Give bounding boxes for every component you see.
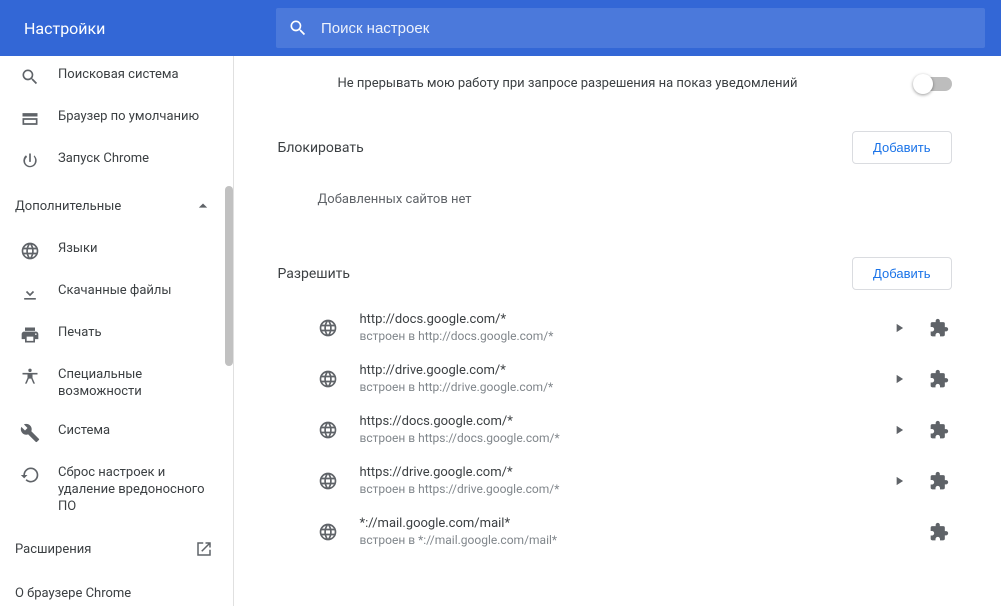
- extension-icon[interactable]: [924, 420, 954, 440]
- sidebar: Поисковая система Браузер по умолчанию З…: [0, 56, 234, 606]
- sidebar-item-accessibility[interactable]: Специальные возможности: [0, 356, 233, 412]
- globe-icon: [20, 241, 40, 261]
- sidebar-item-print[interactable]: Печать: [0, 314, 233, 356]
- sidebar-section-label: Дополнительные: [15, 199, 121, 214]
- site-url: https://drive.google.com/*: [360, 465, 884, 480]
- extension-icon[interactable]: [924, 318, 954, 338]
- sidebar-item-default-browser[interactable]: Браузер по умолчанию: [0, 98, 233, 140]
- sidebar-item-label: Расширения: [15, 542, 91, 557]
- sidebar-item-label: Скачанные файлы: [58, 283, 192, 300]
- page-title: Настройки: [0, 19, 276, 38]
- extension-icon[interactable]: [924, 471, 954, 491]
- block-empty-message: Добавленных сайтов нет: [278, 176, 958, 237]
- search-input[interactable]: [321, 20, 985, 37]
- site-url: *://mail.google.com/mail*: [360, 516, 884, 531]
- globe-icon: [318, 471, 338, 491]
- print-icon: [20, 325, 40, 345]
- sidebar-item-label: Сброс настроек и удаление вредоносного П…: [58, 465, 233, 516]
- allow-add-button[interactable]: Добавить: [852, 257, 951, 290]
- scrollbar-thumb[interactable]: [225, 186, 233, 366]
- globe-icon: [318, 369, 338, 389]
- allow-title: Разрешить: [278, 266, 351, 282]
- site-embed: встроен в http://docs.google.com/*: [360, 329, 884, 343]
- header: Настройки: [0, 0, 1001, 56]
- sidebar-item-label: Поисковая система: [58, 67, 199, 84]
- site-embed: встроен в https://drive.google.com/*: [360, 482, 884, 496]
- site-row: https://drive.google.com/* встроен в http…: [278, 455, 958, 506]
- globe-icon: [318, 522, 338, 542]
- search-icon: [20, 67, 40, 87]
- sidebar-item-downloads[interactable]: Скачанные файлы: [0, 272, 233, 314]
- toggle-label: Не прерывать мою работу при запросе разр…: [338, 76, 916, 91]
- extension-icon[interactable]: [924, 522, 954, 542]
- globe-icon: [318, 420, 338, 440]
- sidebar-item-label: Браузер по умолчанию: [58, 109, 219, 126]
- main-content: Не прерывать мою работу при запросе разр…: [234, 56, 1001, 606]
- allow-section-header: Разрешить Добавить: [278, 237, 958, 302]
- sidebar-item-extensions[interactable]: Расширения: [0, 526, 233, 572]
- site-url: http://docs.google.com/*: [360, 312, 884, 327]
- browser-icon: [20, 109, 40, 129]
- site-info: http://docs.google.com/* встроен в http:/…: [360, 312, 884, 343]
- wrench-icon: [20, 423, 40, 443]
- sidebar-item-label: Языки: [58, 241, 118, 258]
- sidebar-item-label: Запуск Chrome: [58, 151, 169, 168]
- sidebar-item-label: О браузере Chrome: [15, 586, 131, 601]
- quiet-notifications-toggle[interactable]: [916, 77, 952, 91]
- sidebar-item-reset[interactable]: Сброс настроек и удаление вредоносного П…: [0, 454, 233, 527]
- chevron-up-icon: [193, 196, 213, 216]
- quiet-notifications-row: Не прерывать мою работу при запросе разр…: [278, 56, 958, 111]
- search-field[interactable]: [276, 8, 985, 48]
- block-section-header: Блокировать Добавить: [278, 111, 958, 176]
- site-row: http://drive.google.com/* встроен в http:…: [278, 353, 958, 404]
- site-embed: встроен в http://drive.google.com/*: [360, 380, 884, 394]
- site-info: https://drive.google.com/* встроен в http…: [360, 465, 884, 496]
- details-arrow-icon[interactable]: [884, 474, 914, 488]
- site-row: https://docs.google.com/* встроен в https…: [278, 404, 958, 455]
- sidebar-item-label: Печать: [58, 325, 122, 342]
- details-arrow-icon[interactable]: [884, 423, 914, 437]
- details-arrow-icon[interactable]: [884, 321, 914, 335]
- block-title: Блокировать: [278, 140, 364, 156]
- site-row: *://mail.google.com/mail* встроен в *://m…: [278, 506, 958, 557]
- sidebar-item-languages[interactable]: Языки: [0, 230, 233, 272]
- search-icon: [276, 18, 321, 38]
- globe-icon: [318, 318, 338, 338]
- site-embed: встроен в https://docs.google.com/*: [360, 431, 884, 445]
- site-embed: встроен в *://mail.google.com/mail*: [360, 533, 884, 547]
- restore-icon: [20, 465, 40, 485]
- sidebar-item-search-engine[interactable]: Поисковая система: [0, 56, 233, 98]
- sidebar-item-system[interactable]: Система: [0, 412, 233, 454]
- sidebar-item-about[interactable]: О браузере Chrome: [0, 572, 233, 606]
- block-add-button[interactable]: Добавить: [852, 131, 951, 164]
- sidebar-item-startup[interactable]: Запуск Chrome: [0, 140, 233, 182]
- sidebar-section-advanced[interactable]: Дополнительные: [0, 182, 233, 230]
- details-arrow-icon[interactable]: [884, 372, 914, 386]
- site-url: http://drive.google.com/*: [360, 363, 884, 378]
- open-external-icon: [195, 540, 213, 558]
- accessibility-icon: [20, 367, 40, 387]
- site-url: https://docs.google.com/*: [360, 414, 884, 429]
- extension-icon[interactable]: [924, 369, 954, 389]
- site-info: http://drive.google.com/* встроен в http:…: [360, 363, 884, 394]
- toggle-knob: [913, 74, 933, 94]
- download-icon: [20, 283, 40, 303]
- sidebar-item-label: Система: [58, 423, 130, 440]
- site-row: http://docs.google.com/* встроен в http:/…: [278, 302, 958, 353]
- site-info: https://docs.google.com/* встроен в https…: [360, 414, 884, 445]
- sidebar-item-label: Специальные возможности: [58, 367, 233, 401]
- site-info: *://mail.google.com/mail* встроен в *://m…: [360, 516, 884, 547]
- sidebar-scrollbar[interactable]: [225, 56, 233, 606]
- power-icon: [20, 151, 40, 171]
